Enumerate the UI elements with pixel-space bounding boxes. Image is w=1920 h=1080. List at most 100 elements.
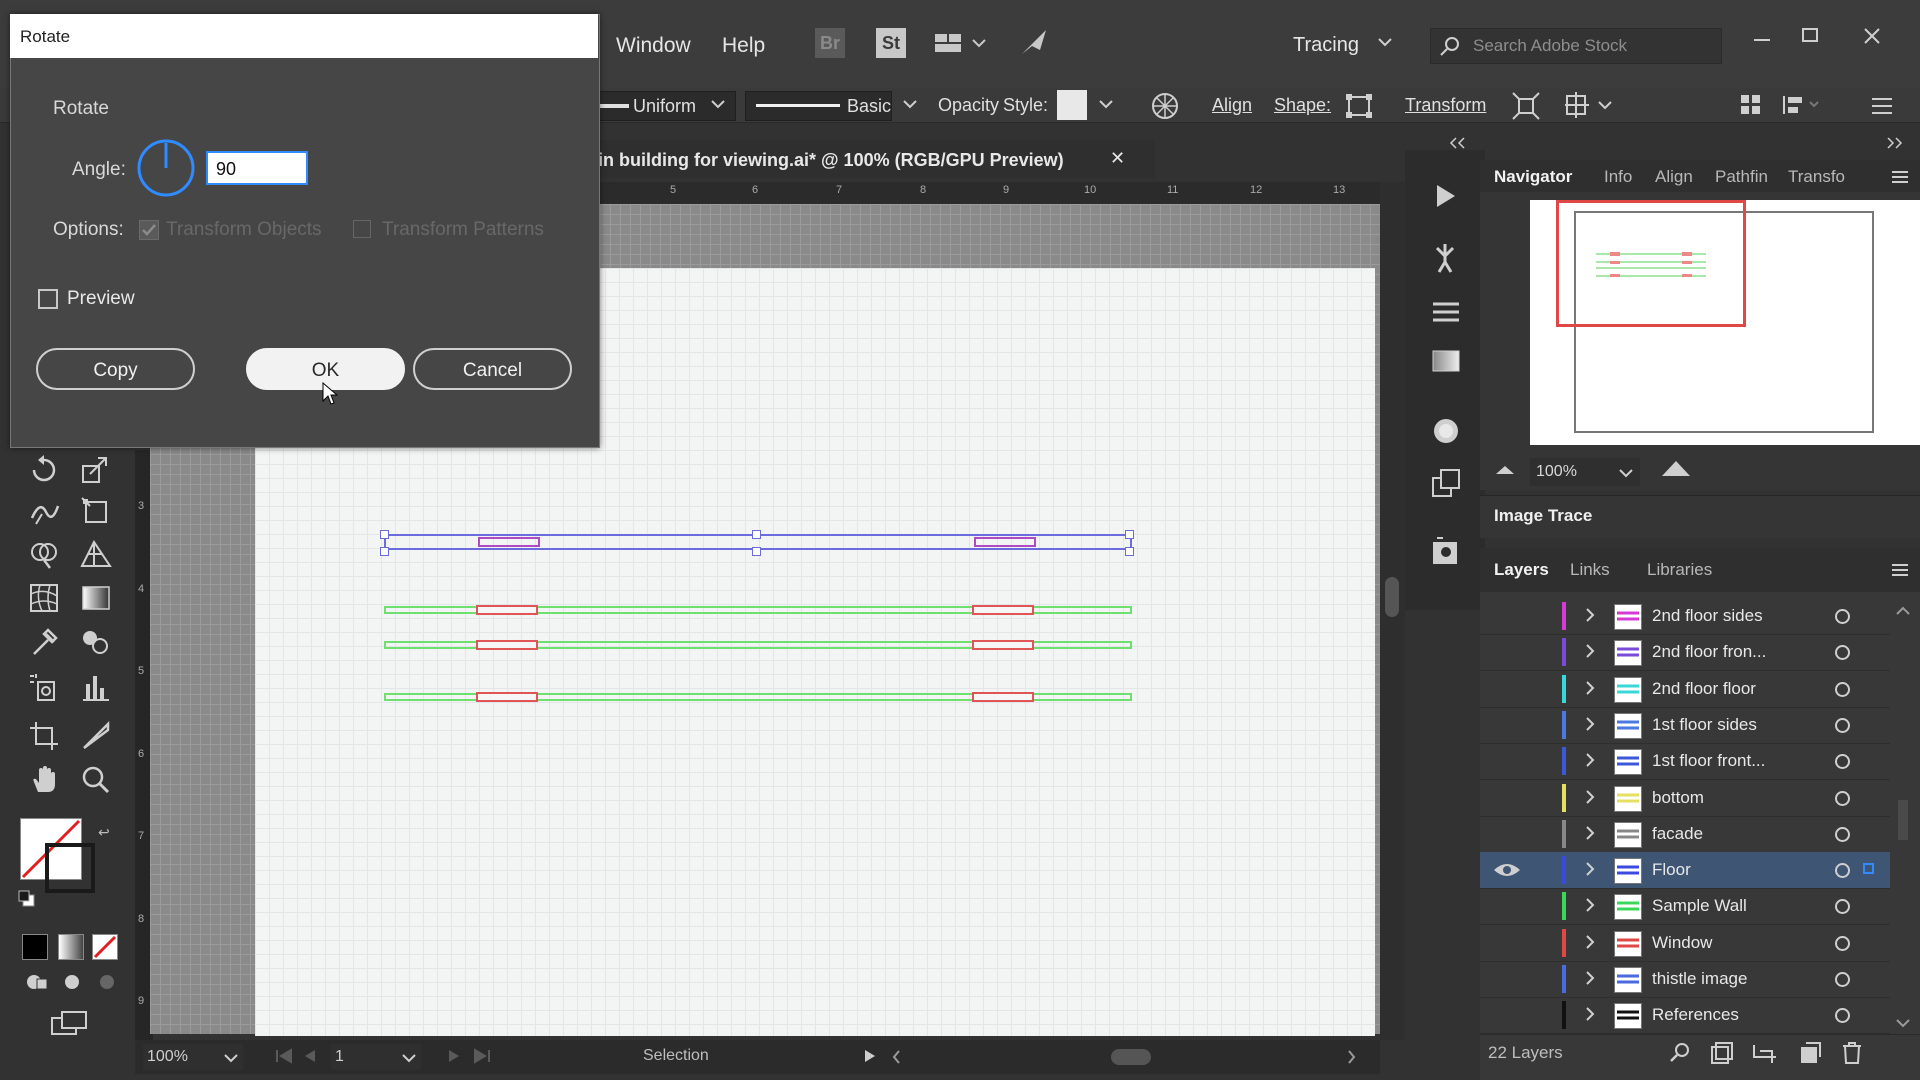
scroll-thumb[interactable]: [1385, 577, 1399, 617]
target-circle-icon[interactable]: [1835, 645, 1850, 660]
dialog-titlebar[interactable]: Rotate: [10, 14, 598, 58]
close-window-icon[interactable]: [1862, 26, 1882, 46]
target-circle-icon[interactable]: [1835, 682, 1850, 697]
visibility-toggle[interactable]: [1492, 933, 1522, 953]
expand-chevron-icon[interactable]: [1584, 969, 1596, 987]
expand-chevron-icon[interactable]: [1584, 933, 1596, 951]
layer-name[interactable]: 2nd floor floor: [1652, 679, 1756, 699]
expand-chevron-icon[interactable]: [1584, 896, 1596, 914]
visibility-toggle[interactable]: [1492, 715, 1522, 735]
grid-view-icon[interactable]: [1740, 94, 1762, 116]
zoom-level-field[interactable]: 100%: [143, 1044, 243, 1070]
target-circle-icon[interactable]: [1835, 718, 1850, 733]
visibility-eye-icon[interactable]: [1492, 860, 1522, 880]
tab-navigator[interactable]: Navigator: [1494, 167, 1572, 187]
search-input[interactable]: Search Adobe Stock: [1473, 36, 1627, 56]
expand-chevron-icon[interactable]: [1584, 715, 1596, 733]
window-rect[interactable]: [476, 692, 538, 702]
gradient-panel-icon[interactable]: [1431, 348, 1461, 374]
visibility-toggle[interactable]: [1492, 679, 1522, 699]
document-tab[interactable]: in building for viewing.ai* @ 100% (RGB/…: [590, 140, 1155, 178]
new-layer-icon[interactable]: [1798, 1041, 1822, 1065]
status-menu-icon[interactable]: [863, 1048, 877, 1064]
expand-chevron-icon[interactable]: [1584, 1005, 1596, 1023]
new-sublayer-icon[interactable]: [1752, 1041, 1778, 1065]
tab-links[interactable]: Links: [1570, 560, 1610, 580]
selection-handle[interactable]: [380, 547, 389, 556]
scale-tool-icon[interactable]: [80, 454, 112, 486]
graphic-style-swatch[interactable]: [1057, 90, 1087, 120]
selected-window-rect[interactable]: [478, 537, 540, 547]
layer-name[interactable]: References: [1652, 1005, 1739, 1025]
free-transform-tool-icon[interactable]: [80, 496, 112, 528]
layer-row[interactable]: 2nd floor sides: [1480, 598, 1890, 635]
zoom-tool-icon[interactable]: [80, 764, 112, 796]
workspace-switcher[interactable]: Tracing: [1293, 34, 1359, 57]
window-rect[interactable]: [476, 640, 538, 650]
layer-row[interactable]: 1st floor front...: [1480, 743, 1890, 780]
visibility-toggle[interactable]: [1492, 969, 1522, 989]
appearance-panel-icon[interactable]: [1431, 416, 1461, 446]
tab-transform[interactable]: Transfo: [1788, 167, 1845, 187]
angle-dial-icon[interactable]: [136, 138, 196, 198]
target-circle-icon[interactable]: [1835, 1008, 1850, 1023]
layer-row[interactable]: References: [1480, 997, 1890, 1034]
layer-row[interactable]: bottom: [1480, 780, 1890, 817]
profile-chevron-icon[interactable]: [710, 98, 726, 110]
stroke-swatch[interactable]: [45, 843, 95, 893]
layers-panel-menu-icon[interactable]: [1890, 562, 1910, 578]
copy-button[interactable]: Copy: [36, 348, 195, 390]
brush-chevron-icon[interactable]: [902, 98, 918, 110]
puppet-icon[interactable]: [1431, 242, 1459, 276]
image-trace-panel[interactable]: Image Trace: [1480, 495, 1920, 538]
transform-link[interactable]: Transform: [1405, 95, 1486, 116]
expand-chevron-icon[interactable]: [1584, 642, 1596, 660]
brush-definition-dropdown[interactable]: Basic: [745, 91, 892, 121]
visibility-toggle[interactable]: [1492, 896, 1522, 916]
expand-chevron-icon[interactable]: [1584, 606, 1596, 624]
layer-name[interactable]: 2nd floor fron...: [1652, 642, 1766, 662]
horizontal-ruler[interactable]: 5 6 7 8 9 10 11 12 13: [590, 182, 1380, 205]
panel-menu-icon[interactable]: [1890, 169, 1910, 185]
menu-help[interactable]: Help: [722, 34, 765, 58]
stock-icon[interactable]: St: [876, 28, 906, 58]
angle-input[interactable]: 90: [206, 151, 308, 185]
shape-bounds-icon[interactable]: [1345, 93, 1373, 119]
layer-row[interactable]: Floor: [1480, 852, 1890, 889]
last-artboard-icon[interactable]: [473, 1048, 491, 1064]
target-circle-icon[interactable]: [1835, 609, 1850, 624]
menu-window[interactable]: Window: [616, 34, 691, 58]
selection-indicator-icon[interactable]: [1863, 863, 1874, 874]
layer-row[interactable]: 2nd floor floor: [1480, 671, 1890, 708]
swap-fill-stroke-icon[interactable]: ↩: [98, 824, 110, 841]
layer-row[interactable]: 1st floor sides: [1480, 707, 1890, 744]
tab-pathfinder[interactable]: Pathfin: [1715, 167, 1768, 187]
expand-chevron-icon[interactable]: [1584, 788, 1596, 806]
zoom-chevron-icon[interactable]: [223, 1052, 239, 1064]
previous-artboard-icon[interactable]: [303, 1048, 317, 1064]
window-rect[interactable]: [972, 692, 1034, 702]
layer-name[interactable]: bottom: [1652, 788, 1704, 808]
locate-object-icon[interactable]: [1668, 1041, 1692, 1065]
visibility-toggle[interactable]: [1492, 642, 1522, 662]
tab-align[interactable]: Align: [1655, 167, 1693, 187]
none-mode-icon[interactable]: [92, 934, 118, 960]
zoom-in-icon[interactable]: [1660, 458, 1692, 478]
workspace-chevron-icon[interactable]: [1377, 36, 1393, 48]
selection-handle[interactable]: [1125, 547, 1134, 556]
perspective-grid-tool-icon[interactable]: [80, 538, 112, 570]
artboard-chevron-icon[interactable]: [401, 1052, 417, 1064]
gradient-mode-icon[interactable]: [58, 934, 84, 960]
blend-tool-icon[interactable]: [80, 626, 112, 658]
slice-tool-icon[interactable]: [80, 720, 112, 752]
selected-window-rect[interactable]: [974, 537, 1036, 547]
actions-play-icon[interactable]: [1431, 182, 1459, 210]
layer-row[interactable]: Window: [1480, 925, 1890, 962]
make-clipping-mask-icon[interactable]: [1710, 1041, 1734, 1065]
layer-row[interactable]: Sample Wall: [1480, 888, 1890, 925]
expand-chevron-icon[interactable]: [1584, 860, 1596, 878]
distribute-icon[interactable]: [1782, 94, 1822, 116]
style-chevron-icon[interactable]: [1098, 98, 1114, 110]
default-fill-stroke-icon[interactable]: [18, 890, 36, 908]
delete-layer-icon[interactable]: [1840, 1041, 1864, 1065]
